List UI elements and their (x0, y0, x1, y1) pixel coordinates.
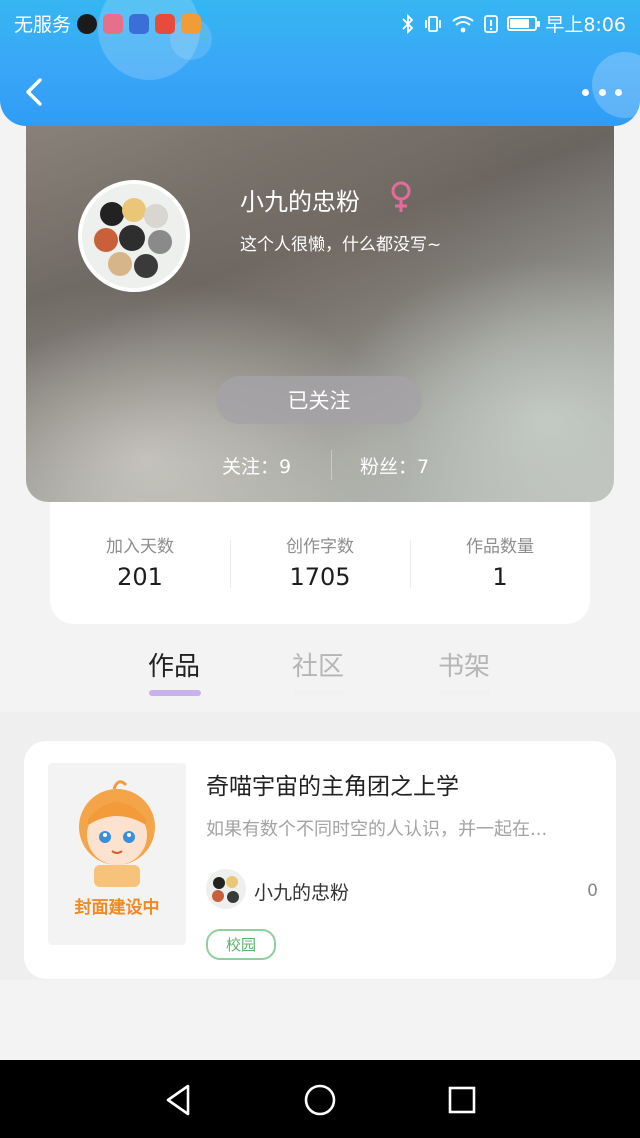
app-notification-icon (103, 13, 124, 34)
wifi-icon (452, 15, 474, 32)
author-avatar-image (206, 869, 246, 909)
system-nav-bar (0, 1060, 640, 1138)
stat-value: 201 (117, 563, 163, 591)
more-button[interactable] (582, 78, 622, 106)
follow-button[interactable]: 已关注 (216, 376, 422, 424)
stat-work-count: 作品数量 1 (410, 532, 590, 591)
profile-bio: 这个人很懒，什么都没写~ (240, 235, 442, 255)
tab-indicator (293, 690, 345, 696)
status-bar: 无服务 早上8:06 (0, 0, 640, 44)
work-cover[interactable]: 封面建设中 (48, 763, 186, 945)
author-name: 小九的忠粉 (254, 882, 350, 904)
author-avatar (206, 869, 246, 909)
stat-value: 1 (492, 563, 508, 591)
avatar-image (82, 184, 186, 288)
profile-card: 小九的忠粉 这个人很懒，什么都没写~ 已关注 关注：9 粉丝：7 (26, 100, 614, 502)
stat-label: 创作字数 (286, 537, 354, 557)
news-app-icon (155, 13, 176, 34)
female-icon (391, 181, 411, 212)
work-card[interactable]: 封面建设中 奇喵宇宙的主角团之上学 如果有数个不同时空的人认识，并一起在... … (24, 741, 616, 979)
nav-back-icon[interactable] (158, 1080, 198, 1120)
battery-level (510, 19, 530, 28)
back-button[interactable] (18, 74, 52, 110)
following-count[interactable]: 关注：9 (222, 452, 291, 479)
work-read-count: 0 (587, 881, 598, 901)
stats-card: 加入天数 201 创作字数 1705 作品数量 1 (50, 500, 590, 624)
carrier-text: 无服务 (14, 14, 72, 36)
profile-username: 小九的忠粉 (240, 188, 360, 216)
avatar[interactable] (78, 180, 190, 292)
tab-bookshelf[interactable]: 书架 (438, 646, 490, 683)
tab-indicator (149, 690, 201, 696)
stat-value: 1705 (289, 563, 351, 591)
work-description: 如果有数个不同时空的人认识，并一起在... (206, 819, 548, 840)
stat-label: 加入天数 (106, 537, 174, 557)
video-app-icon (181, 13, 202, 34)
header-bar: 无服务 早上8:06 (0, 0, 640, 126)
cover-placeholder-image (79, 780, 155, 887)
stat-word-count: 创作字数 1705 (230, 532, 410, 591)
stat-join-days: 加入天数 201 (50, 532, 230, 591)
chevron-left-icon (26, 78, 42, 106)
tab-indicator (439, 690, 491, 696)
more-dot (615, 88, 622, 96)
vibrate-icon (425, 15, 442, 32)
genre-tag[interactable]: 校园 (206, 929, 277, 960)
tab-bar: 作品 社区 书架 (0, 640, 640, 710)
sim-alert-icon (484, 14, 499, 33)
stat-label: 作品数量 (466, 537, 534, 557)
clock-time: 早上8:06 (545, 14, 626, 36)
work-title[interactable]: 奇喵宇宙的主角团之上学 (206, 767, 459, 801)
nav-home-icon[interactable] (300, 1080, 340, 1120)
fans-count[interactable]: 粉丝：7 (360, 452, 429, 479)
tab-works[interactable]: 作品 (148, 646, 200, 683)
more-dot (582, 88, 589, 96)
baidu-icon (129, 13, 150, 34)
more-dot (598, 88, 606, 96)
follow-counts: 关注：9 粉丝：7 (26, 450, 614, 480)
tab-community[interactable]: 社区 (292, 646, 344, 683)
cover-label: 封面建设中 (74, 898, 160, 918)
divider (331, 450, 332, 480)
nav-recents-icon[interactable] (442, 1080, 482, 1120)
battery-icon (507, 16, 541, 31)
tiktok-icon (77, 13, 98, 34)
bluetooth-icon (402, 13, 414, 34)
